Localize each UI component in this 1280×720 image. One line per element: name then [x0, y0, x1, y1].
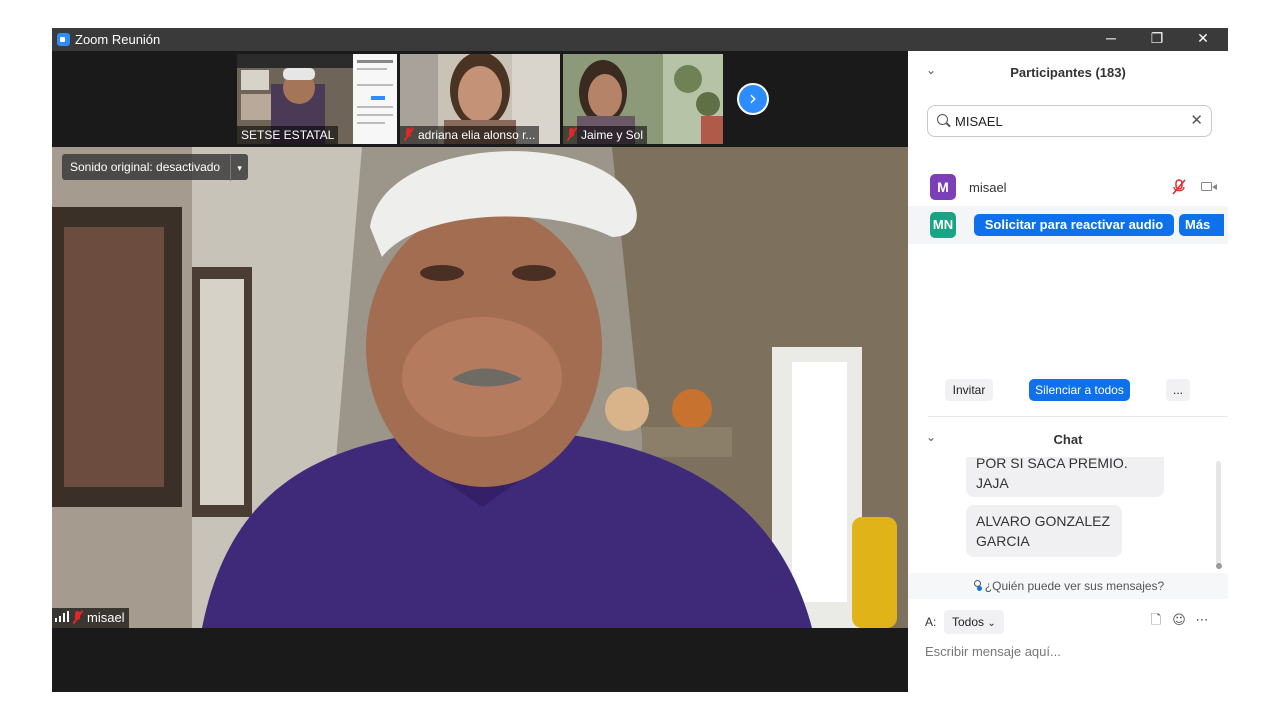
more-options-button[interactable]: Más	[1179, 214, 1224, 236]
restore-button[interactable]: ❐	[1134, 28, 1180, 51]
participants-more-button[interactable]: ...	[1166, 379, 1190, 401]
muted-mic-icon[interactable]	[1172, 179, 1186, 195]
minimize-button[interactable]: ─	[1088, 28, 1134, 51]
title-bar: Zoom Reunión ─ ❐ ✕	[52, 28, 1228, 51]
thumbnail-name: Jaime y Sol	[581, 128, 644, 142]
chat-message-input[interactable]	[925, 640, 1215, 662]
who-can-see-text: ¿Quién puede ver sus mensajes?	[984, 579, 1165, 593]
invite-button[interactable]: Invitar	[945, 379, 993, 401]
muted-mic-icon	[404, 128, 413, 140]
side-panel: ⌄ Participantes (183) ✕ M misael MN Soli…	[908, 51, 1228, 692]
search-icon	[937, 114, 948, 125]
original-sound-toggle[interactable]: Sonido original: desactivado ▾	[62, 154, 249, 181]
thumbnail-name-label: SETSE ESTATAL	[237, 126, 339, 144]
message-line: GARCIA	[976, 533, 1030, 549]
recipient-label: A:	[925, 615, 937, 629]
message-line: POR SI SACA PREMIO.	[976, 457, 1128, 471]
thumbnail-video[interactable]: adriana elia alonso r...	[400, 54, 560, 144]
section-divider	[928, 416, 1228, 417]
speaker-name: misael	[87, 610, 125, 625]
scrollbar-thumb[interactable]	[1216, 563, 1222, 569]
avatar: M	[930, 174, 956, 200]
chat-header: ⌄ Chat	[908, 418, 1228, 458]
mute-all-button[interactable]: Silenciar a todos	[1029, 379, 1130, 401]
speaker-name-tag: misael	[52, 608, 129, 628]
message-line: JAJA	[976, 475, 1009, 491]
chevron-down-icon: ⌄	[987, 618, 996, 629]
video-area: SETSE ESTATAL adriana elia alonso r... J…	[52, 51, 908, 692]
active-speaker-video: Sonido original: desactivado ▾ misael	[52, 147, 908, 628]
signal-strength-icon	[55, 611, 69, 622]
participant-row[interactable]: M misael	[908, 168, 1228, 206]
thumbnail-video[interactable]: Jaime y Sol	[563, 54, 723, 144]
message-line: ALVARO GONZALEZ	[976, 513, 1111, 529]
close-window-button[interactable]: ✕	[1180, 28, 1226, 51]
chat-message: POR SI SACA PREMIO. JAJA	[966, 457, 1164, 497]
more-icon[interactable]: ⋯	[1195, 614, 1209, 628]
participant-search[interactable]: ✕	[927, 105, 1212, 137]
person-icon	[972, 580, 982, 591]
participants-title: Participantes (183)	[1010, 65, 1126, 80]
muted-mic-icon	[73, 611, 82, 623]
window-title: Zoom Reunión	[75, 32, 161, 47]
file-icon[interactable]: 🗋	[1149, 614, 1163, 628]
thumbnail-name: adriana elia alonso r...	[418, 128, 536, 142]
camera-icon[interactable]	[1201, 182, 1217, 191]
participant-search-input[interactable]	[955, 111, 1185, 131]
original-sound-label: Sonido original: desactivado	[70, 160, 221, 174]
clear-search-icon[interactable]: ✕	[1190, 111, 1203, 129]
zoom-logo-icon	[57, 33, 70, 46]
participant-name: misael	[969, 180, 1007, 195]
participant-row[interactable]: MN Solicitar para reactivar audio Más	[908, 206, 1228, 244]
recipient-dropdown[interactable]: Todos ⌄	[944, 610, 1004, 634]
muted-mic-icon	[567, 128, 576, 140]
chat-message: ALVARO GONZALEZ GARCIA	[966, 505, 1122, 557]
recipient-value: Todos	[952, 615, 985, 629]
ask-to-unmute-button[interactable]: Solicitar para reactivar audio	[974, 214, 1174, 236]
emoji-icon[interactable]: ☺	[1172, 614, 1186, 628]
zoom-window: Zoom Reunión ─ ❐ ✕ SETSE ESTATAL adriana…	[52, 28, 1228, 692]
thumbnail-name: SETSE ESTATAL	[241, 128, 335, 142]
avatar: MN	[930, 212, 956, 238]
chevron-down-icon[interactable]: ▾	[230, 155, 248, 181]
chat-scrollbar[interactable]	[1216, 461, 1221, 565]
next-page-arrow-icon[interactable]: ›	[737, 83, 769, 115]
message-visibility-link[interactable]: ¿Quién puede ver sus mensajes?	[908, 573, 1228, 599]
thumbnail-strip: SETSE ESTATAL adriana elia alonso r... J…	[52, 51, 908, 147]
thumbnail-video[interactable]: SETSE ESTATAL	[237, 54, 397, 144]
thumbnail-name-label: Jaime y Sol	[563, 126, 648, 144]
chat-messages: POR SI SACA PREMIO. JAJA ALVARO GONZALEZ…	[908, 457, 1228, 573]
speaker-video-frame	[52, 147, 908, 628]
participants-header: ⌄ Participantes (183)	[908, 51, 1228, 91]
chat-title: Chat	[1053, 432, 1083, 447]
thumbnail-name-label: adriana elia alonso r...	[400, 126, 540, 144]
